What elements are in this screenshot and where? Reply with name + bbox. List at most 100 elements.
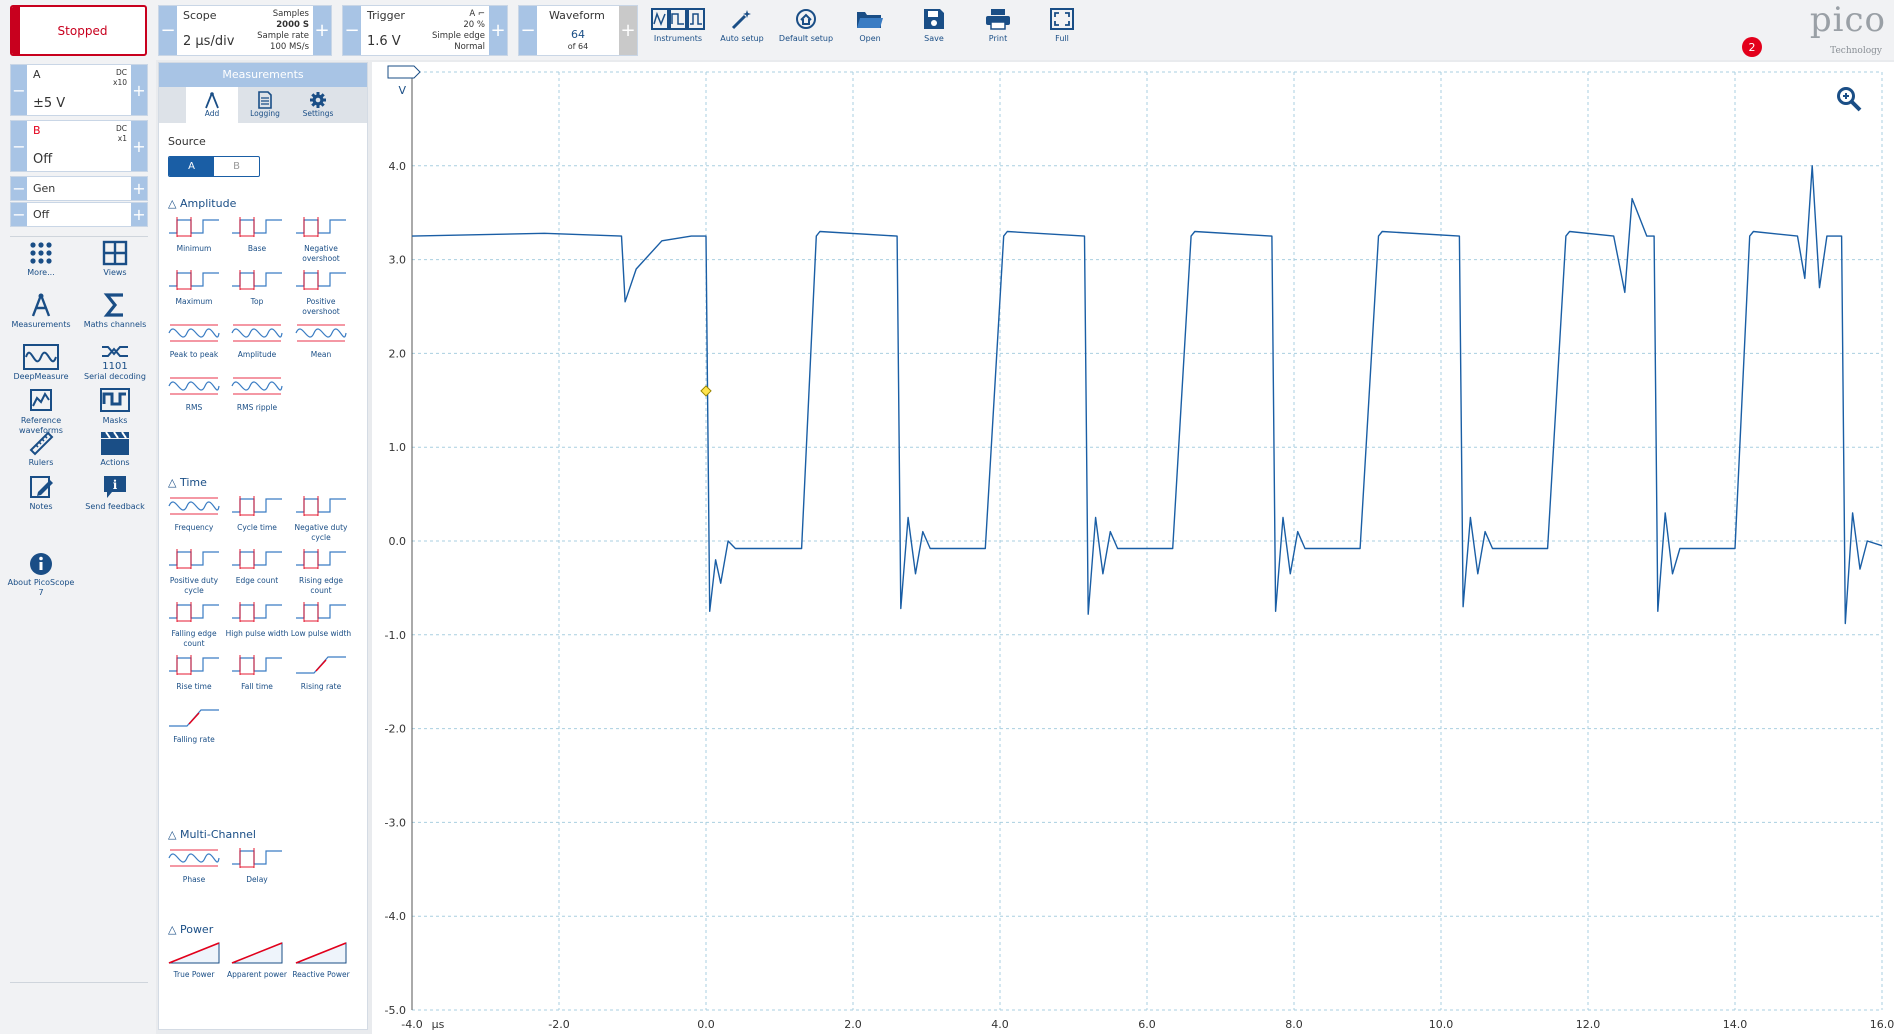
- source-option-b[interactable]: B: [214, 157, 259, 176]
- auto-setup-label: Auto setup: [720, 34, 764, 43]
- timebase-value[interactable]: 2 µs/div: [183, 34, 234, 49]
- measurement-item-mean[interactable]: Mean: [289, 321, 353, 360]
- measurement-item-reactive-power[interactable]: Reactive Power: [289, 941, 353, 980]
- measurement-item-label: Maximum: [175, 297, 213, 306]
- open-button[interactable]: Open: [840, 5, 900, 55]
- waveform-control[interactable]: − Waveform 64 of 64 +: [518, 5, 638, 56]
- generator-state[interactable]: Off: [33, 208, 49, 221]
- measurement-item-peak-to-peak[interactable]: Peak to peak: [162, 321, 226, 360]
- trigger-control[interactable]: − Trigger 1.6 V A ⌐ 20 % Simple edge Nor…: [342, 5, 508, 56]
- y-tick-label: -4.0: [385, 910, 406, 923]
- measurement-item-amplitude[interactable]: Amplitude: [225, 321, 289, 360]
- notification-badge[interactable]: 2: [1742, 37, 1762, 57]
- print-button[interactable]: Print: [968, 5, 1028, 55]
- frequency-icon: [168, 497, 220, 515]
- measurement-item-frequency[interactable]: Frequency: [162, 494, 226, 533]
- run-stop-button[interactable]: Stopped: [10, 5, 147, 56]
- measurement-item-apparent-power[interactable]: Apparent power: [225, 941, 289, 980]
- measurement-item-falling-edge-count[interactable]: Falling edge count: [162, 600, 226, 648]
- waveform-current[interactable]: 64: [537, 28, 619, 41]
- instruments-icon: [651, 8, 705, 30]
- measurement-item-falling-rate[interactable]: Falling rate: [162, 706, 226, 745]
- tab-settings[interactable]: Settings: [292, 87, 344, 123]
- channel-b-range[interactable]: Off: [33, 152, 52, 167]
- generator-off-increase-button[interactable]: +: [131, 203, 147, 226]
- measurement-item-base[interactable]: Base: [225, 215, 289, 254]
- timebase-decrease-button[interactable]: −: [159, 6, 177, 55]
- measurement-item-positive-duty-cycle[interactable]: Positive duty cycle: [162, 547, 226, 595]
- measurement-item-top[interactable]: Top: [225, 268, 289, 307]
- save-button[interactable]: Save: [904, 5, 964, 55]
- tool-rulers[interactable]: Rulers: [4, 430, 78, 468]
- generator-state-row[interactable]: − Off +: [10, 202, 148, 227]
- measurement-item-cycle-time[interactable]: Cycle time: [225, 494, 289, 533]
- tool-views[interactable]: Views: [78, 240, 152, 278]
- channel-b-decrease-button[interactable]: −: [11, 121, 27, 171]
- section-power[interactable]: △ Power: [168, 923, 213, 936]
- trigger-decrease-button[interactable]: −: [343, 6, 361, 55]
- channel-a-range[interactable]: ±5 V: [33, 96, 65, 111]
- scope-control[interactable]: − Scope 2 µs/div Samples 2000 S Sample r…: [158, 5, 332, 56]
- measurement-item-fall-time[interactable]: Fall time: [225, 653, 289, 692]
- tab-add[interactable]: Add: [186, 87, 238, 123]
- measurement-item-edge-count[interactable]: Edge count: [225, 547, 289, 586]
- tool-masks[interactable]: Masks: [78, 388, 152, 426]
- tool-more[interactable]: More...: [4, 240, 78, 278]
- tab-logging[interactable]: Logging: [239, 87, 291, 123]
- channel-a-decrease-button[interactable]: −: [11, 65, 27, 115]
- channel-a-control[interactable]: − A DC x10 ±5 V +: [10, 64, 148, 116]
- source-option-a[interactable]: A: [169, 157, 214, 176]
- section-amplitude-title: Amplitude: [179, 197, 237, 210]
- measurement-item-minimum[interactable]: Minimum: [162, 215, 226, 254]
- tool-maths[interactable]: Maths channels: [78, 292, 152, 330]
- tool-feedback[interactable]: i Send feedback: [78, 474, 152, 512]
- generator-decrease-button[interactable]: −: [11, 177, 27, 200]
- channel-b-control[interactable]: − B DC x1 Off +: [10, 120, 148, 172]
- measurement-item-rms[interactable]: RMS: [162, 374, 226, 413]
- measurement-item-label: RMS ripple: [236, 403, 278, 412]
- generator-increase-button[interactable]: +: [131, 177, 147, 200]
- generator-off-decrease-button[interactable]: −: [11, 203, 27, 226]
- cycle-time-icon: [232, 496, 282, 516]
- waveform-next-button[interactable]: +: [619, 6, 637, 55]
- measurement-item-rising-rate[interactable]: Rising rate: [289, 653, 353, 692]
- measurement-item-negative-overshoot[interactable]: Negative overshoot: [289, 215, 353, 263]
- waveform-previous-button[interactable]: −: [519, 6, 537, 55]
- full-screen-button[interactable]: Full: [1032, 5, 1092, 55]
- measurement-item-rising-edge-count[interactable]: Rising edge count: [289, 547, 353, 595]
- tool-reference[interactable]: Reference waveforms: [4, 388, 78, 436]
- channel-b-name: B: [33, 124, 41, 137]
- tool-actions[interactable]: Actions: [78, 430, 152, 468]
- measurement-item-true-power[interactable]: True Power: [162, 941, 226, 980]
- scope-chart[interactable]: 5.04.03.02.01.00.0-1.0-2.0-3.0-4.0-5.0-4…: [372, 62, 1894, 1034]
- tool-about[interactable]: About PicoScope 7: [4, 552, 78, 598]
- generator-name-row[interactable]: − Gen +: [10, 176, 148, 201]
- tool-serial[interactable]: 1101 Serial decoding: [78, 344, 152, 382]
- scope-view[interactable]: 5.04.03.02.01.00.0-1.0-2.0-3.0-4.0-5.0-4…: [372, 62, 1894, 1034]
- tool-deepmeasure[interactable]: DeepMeasure: [4, 344, 78, 382]
- section-amplitude[interactable]: △ Amplitude: [168, 197, 236, 210]
- trigger-level[interactable]: 1.6 V: [367, 34, 401, 49]
- measurement-item-low-pulse-width[interactable]: Low pulse width: [289, 600, 353, 639]
- measurement-item-negative-duty-cycle[interactable]: Negative duty cycle: [289, 494, 353, 542]
- section-time[interactable]: △ Time: [168, 476, 207, 489]
- info-icon: [30, 553, 52, 575]
- channel-b-increase-button[interactable]: +: [131, 121, 147, 171]
- measurement-item-phase[interactable]: Phase: [162, 846, 226, 885]
- measurement-item-high-pulse-width[interactable]: High pulse width: [225, 600, 289, 639]
- auto-setup-button[interactable]: Auto setup: [712, 5, 772, 55]
- measurement-item-maximum[interactable]: Maximum: [162, 268, 226, 307]
- tool-notes[interactable]: Notes: [4, 474, 78, 512]
- channel-a-increase-button[interactable]: +: [131, 65, 147, 115]
- measurement-item-rise-time[interactable]: Rise time: [162, 653, 226, 692]
- instruments-button[interactable]: Instruments: [648, 5, 708, 55]
- trigger-increase-button[interactable]: +: [489, 6, 507, 55]
- section-multi-channel[interactable]: △ Multi-Channel: [168, 828, 256, 841]
- measurement-item-positive-overshoot[interactable]: Positive overshoot: [289, 268, 353, 316]
- tool-measurements[interactable]: Measurements: [4, 292, 78, 330]
- measurement-item-delay[interactable]: Delay: [225, 846, 289, 885]
- timebase-increase-button[interactable]: +: [313, 6, 331, 55]
- measurement-item-rms-ripple[interactable]: RMS ripple: [225, 374, 289, 413]
- source-selector[interactable]: A B: [168, 156, 260, 177]
- default-setup-button[interactable]: Default setup: [776, 5, 836, 55]
